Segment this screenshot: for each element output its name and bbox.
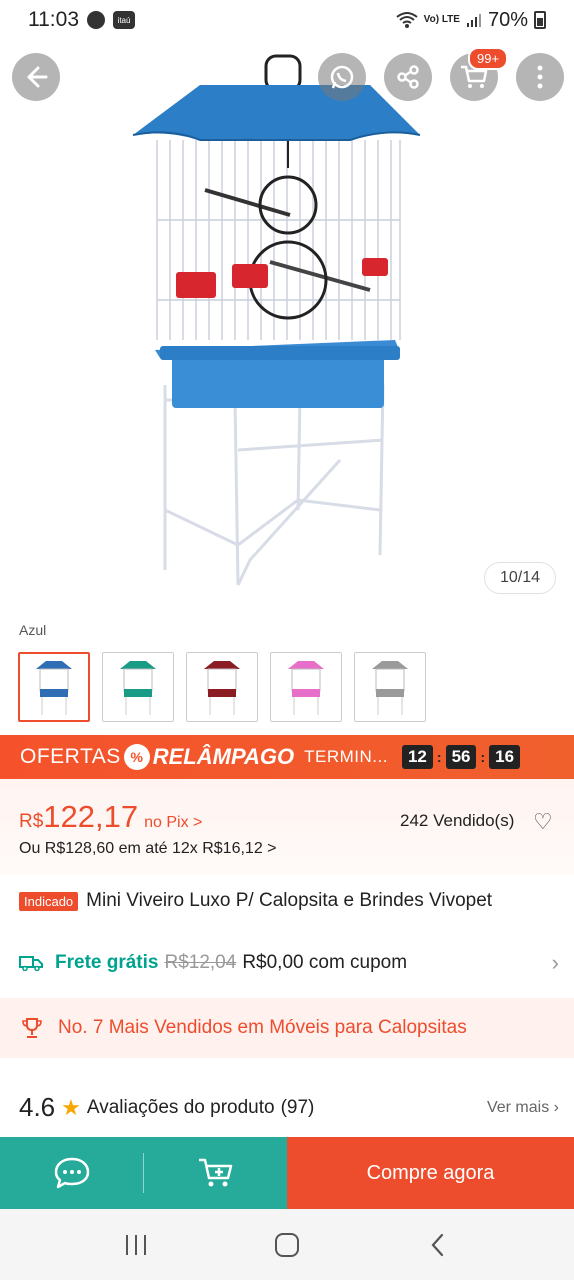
price-line[interactable]: R$ 122,17 no Pix >	[19, 799, 202, 835]
best-seller-ranking[interactable]: No. 7 Mais Vendidos em Móveis para Calop…	[0, 998, 574, 1058]
truck-icon	[19, 955, 43, 971]
reviews-row[interactable]: 4.6 ★ Avaliações do produto (97) Ver mai…	[19, 1092, 559, 1123]
countdown-timer: 12 : 56 : 16	[401, 745, 521, 769]
arrow-left-icon	[27, 66, 48, 88]
variation-label: Azul	[19, 622, 47, 638]
chat-button[interactable]	[0, 1137, 143, 1209]
status-time: 11:03	[28, 8, 79, 31]
pix-link[interactable]: no Pix >	[144, 814, 202, 832]
system-nav-bar	[0, 1209, 574, 1280]
variation-thumb-green[interactable]	[102, 652, 174, 722]
buy-now-button[interactable]: Compre agora	[287, 1137, 574, 1209]
product-image	[132, 54, 421, 586]
cart-button[interactable]: 99+	[450, 47, 509, 101]
flash-relampago-label: RELÂMPAGO	[152, 744, 295, 769]
star-icon: ★	[61, 1094, 81, 1120]
flash-sale-bar[interactable]: OFERTAS % RELÂMPAGO TERMIN... 12 : 56 : …	[0, 735, 574, 779]
battery-level: 70%	[487, 8, 528, 31]
battery-icon	[534, 11, 546, 29]
action-left-group	[0, 1137, 287, 1209]
timer-seconds: 16	[489, 745, 521, 769]
shipping-old-price: R$12,04	[164, 952, 237, 973]
status-left: 11:03 itaú	[28, 8, 135, 32]
cart-plus-icon	[198, 1158, 232, 1187]
more-options-button[interactable]	[516, 53, 564, 101]
image-page-counter: 10/14	[484, 562, 556, 594]
wifi-icon	[396, 12, 418, 28]
flash-ends-label: TERMIN...	[304, 747, 388, 766]
variation-thumb-blue[interactable]	[18, 652, 90, 722]
timer-minutes: 56	[445, 745, 477, 769]
variation-thumbnails	[18, 652, 426, 722]
favorite-heart-icon[interactable]: ♡	[533, 809, 553, 835]
whatsapp-icon	[330, 65, 354, 89]
cage-thumbnail-gray	[372, 661, 408, 715]
network-type: Vo) LTE	[423, 14, 460, 25]
status-bar: 11:03 itaú Vo) LTE 70%	[0, 0, 574, 40]
share-button[interactable]	[384, 53, 432, 101]
installments-link[interactable]: Ou R$128,60 em até 12x R$16,12 >	[19, 840, 277, 858]
reviews-label: Avaliações do produto	[86, 1096, 275, 1118]
add-to-cart-button[interactable]	[144, 1137, 287, 1209]
recent-apps-button[interactable]	[106, 1220, 166, 1270]
home-icon	[274, 1232, 299, 1257]
alarm-clock-icon: %	[123, 744, 150, 770]
ranking-text: No. 7 Mais Vendidos em Móveis para Calop…	[58, 1017, 467, 1038]
flash-ofertas-label: OFERTAS	[20, 745, 121, 768]
see-more-label: Ver mais	[486, 1098, 550, 1116]
trophy-icon	[22, 1018, 42, 1038]
price-value: 122,17	[43, 799, 139, 834]
recommended-badge: Indicado	[19, 891, 79, 911]
product-title: Mini Viveiro Luxo P/ Calopsita e Brindes…	[86, 890, 493, 911]
variation-thumb-pink[interactable]	[270, 652, 342, 722]
reviews-count: (97)	[280, 1096, 315, 1118]
more-vertical-icon	[537, 65, 543, 89]
home-button[interactable]	[257, 1220, 317, 1270]
cart-badge: 99+	[468, 47, 509, 70]
recent-apps-icon	[125, 1234, 146, 1255]
cage-thumbnail-pink	[288, 661, 324, 715]
shipping-row[interactable]: Frete grátis R$12,04 R$0,00 com cupom ›	[19, 950, 559, 976]
bottom-action-bar: Compre agora	[0, 1137, 574, 1209]
cage-thumbnail-blue	[36, 661, 72, 715]
status-right: Vo) LTE 70%	[396, 9, 546, 32]
cage-thumbnail-green	[120, 661, 156, 715]
see-more-link[interactable]: Ver mais ›	[487, 1099, 559, 1117]
chevron-left-icon	[431, 1233, 444, 1256]
notification-icon	[87, 11, 105, 29]
cage-thumbnail-red	[204, 661, 240, 715]
back-button[interactable]	[12, 53, 60, 101]
price-block: R$ 122,17 no Pix > 242 Vendido(s) ♡ Ou R…	[0, 779, 574, 875]
product-image-gallery[interactable]: 99+ 10/14	[0, 40, 574, 610]
free-shipping-label: Frete grátis	[55, 952, 159, 973]
bank-app-icon: itaú	[113, 11, 135, 29]
share-icon	[397, 65, 419, 89]
whatsapp-share-button[interactable]	[318, 53, 366, 101]
product-title-row: Indicado Mini Viveiro Luxo P/ Calopsita …	[19, 890, 492, 912]
timer-hours: 12	[401, 745, 433, 769]
variation-thumb-gray[interactable]	[354, 652, 426, 722]
signal-icon	[466, 14, 481, 27]
timer-separator: :	[480, 749, 486, 765]
variation-thumb-red[interactable]	[186, 652, 258, 722]
rating-value: 4.6	[19, 1092, 56, 1122]
price-currency: R$	[19, 811, 44, 832]
timer-separator: :	[436, 749, 442, 765]
chevron-right-icon: ›	[551, 950, 559, 975]
sold-count: 242 Vendido(s)	[400, 811, 515, 830]
shipping-new-price: R$0,00 com cupom	[242, 952, 408, 973]
system-back-button[interactable]	[408, 1220, 468, 1270]
chat-icon	[54, 1157, 89, 1189]
